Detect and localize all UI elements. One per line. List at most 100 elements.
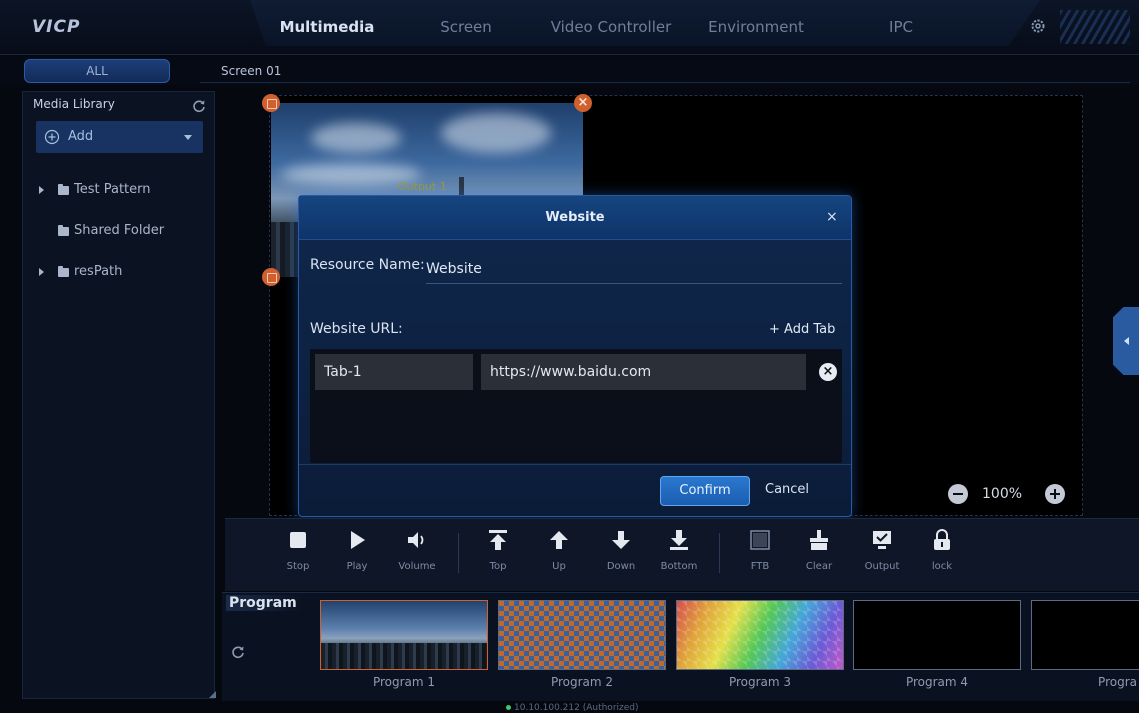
ftb-icon — [750, 530, 770, 550]
tree-item-label: resPath — [74, 264, 123, 279]
media-library-panel: Media Library Add Test Pattern Shared Fo… — [22, 91, 216, 699]
tool-label: lock — [931, 561, 953, 572]
filter-row: ALL Screen 01 — [0, 57, 1139, 85]
tool-label: Play — [346, 561, 368, 572]
move-handle-icon[interactable] — [262, 94, 280, 112]
arrow-down-icon — [612, 531, 630, 549]
dialog-header: Website × — [299, 196, 851, 240]
status-text: 10.10.100.212 (Authorized) — [514, 703, 639, 713]
remove-tab-icon[interactable]: × — [819, 363, 837, 381]
refresh-icon[interactable] — [231, 645, 245, 659]
url-input[interactable] — [481, 354, 806, 390]
divider — [200, 82, 1130, 83]
status-dot-icon — [506, 705, 511, 710]
arrow-up-icon — [550, 531, 568, 549]
top-button[interactable]: Top — [472, 529, 524, 572]
volume-button[interactable]: Volume — [391, 529, 443, 572]
refresh-icon[interactable] — [192, 99, 206, 113]
website-url-label: Website URL: — [310, 321, 403, 337]
play-icon — [351, 531, 365, 549]
tab-screen[interactable]: Screen — [440, 18, 492, 36]
down-button[interactable]: Down — [595, 529, 647, 572]
resource-name-label: Resource Name: — [310, 257, 425, 273]
program-card-1[interactable] — [320, 600, 488, 670]
tool-label: Output — [864, 561, 900, 572]
tool-label: Stop — [286, 561, 310, 572]
connection-status: 10.10.100.212 (Authorized) — [506, 703, 639, 713]
screen-selector-label[interactable]: Screen 01 — [221, 64, 281, 78]
tab-ipc[interactable]: IPC — [889, 18, 913, 36]
decorative-stripes — [1060, 10, 1130, 44]
bottom-button[interactable]: Bottom — [653, 529, 705, 572]
divider — [719, 533, 720, 573]
side-panel-toggle[interactable] — [1113, 307, 1139, 375]
ftb-button[interactable]: FTB — [734, 529, 786, 572]
program-label: Program 2 — [550, 675, 614, 689]
program-strip: Program Program 1 Program 2 Program 3 Pr… — [222, 592, 1139, 701]
tree-item-shared-folder[interactable]: Shared Folder — [23, 222, 216, 242]
program-thumbnail — [499, 601, 665, 669]
divider — [299, 464, 851, 465]
tab-environment[interactable]: Environment — [708, 18, 804, 36]
play-button[interactable]: Play — [331, 529, 383, 572]
tool-label: Volume — [398, 561, 436, 572]
output-button[interactable]: Output — [856, 529, 908, 572]
all-filter-button[interactable]: ALL — [24, 59, 170, 83]
lock-button[interactable]: lock — [916, 529, 968, 572]
resize-handle-icon[interactable] — [262, 268, 280, 286]
tree-item-respath[interactable]: resPath — [23, 263, 216, 283]
tool-label: Down — [606, 561, 636, 572]
program-label: Program 1 — [372, 675, 436, 689]
arrow-bottom-icon — [670, 530, 688, 550]
website-dialog: Website × Resource Name: Website URL: + … — [298, 195, 852, 517]
output-icon — [873, 531, 891, 549]
gear-icon[interactable] — [1030, 18, 1046, 34]
expand-arrow-icon[interactable] — [39, 268, 44, 276]
zoom-out-icon[interactable] — [948, 484, 968, 504]
program-label: Program 4 — [905, 675, 969, 689]
tool-label: Top — [489, 561, 507, 572]
tree-item-label: Shared Folder — [74, 223, 165, 238]
up-button[interactable]: Up — [533, 529, 585, 572]
zoom-level: 100% — [982, 486, 1023, 502]
program-card-3[interactable] — [676, 600, 844, 670]
add-media-dropdown[interactable]: Add — [36, 121, 203, 153]
folder-icon — [58, 184, 69, 195]
close-icon[interactable]: × — [826, 209, 838, 225]
tool-label: Clear — [805, 561, 833, 572]
clear-button[interactable]: Clear — [793, 529, 845, 572]
divider — [458, 533, 459, 573]
zoom-in-icon[interactable] — [1045, 484, 1065, 504]
arrow-top-icon — [489, 530, 507, 550]
cloud-shape — [441, 113, 551, 153]
program-card-4[interactable] — [853, 600, 1021, 670]
expand-arrow-icon[interactable] — [39, 186, 44, 194]
add-tab-button[interactable]: + Add Tab — [769, 322, 835, 337]
tab-multimedia[interactable]: Multimedia — [280, 18, 375, 36]
folder-icon — [58, 225, 69, 236]
close-window-icon[interactable]: × — [574, 94, 592, 112]
tool-label: Bottom — [660, 561, 698, 572]
stop-icon — [290, 532, 306, 548]
program-thumbnail — [321, 601, 487, 669]
program-label: Program 3 — [728, 675, 792, 689]
add-circle-icon — [44, 129, 60, 145]
stop-button[interactable]: Stop — [272, 529, 324, 572]
volume-icon — [408, 532, 424, 548]
tab-name-input[interactable] — [315, 354, 473, 390]
program-card-5[interactable] — [1031, 600, 1139, 670]
top-bar: VICP Multimedia Screen Video Controller … — [0, 0, 1139, 55]
resize-grip-icon[interactable] — [209, 691, 216, 698]
program-label: Progra — [1098, 675, 1137, 689]
tab-video-controller[interactable]: Video Controller — [551, 18, 672, 36]
cancel-button[interactable]: Cancel — [765, 482, 809, 497]
program-card-2[interactable] — [498, 600, 666, 670]
media-library-title: Media Library — [33, 97, 115, 111]
dialog-title: Website — [545, 210, 605, 225]
clear-icon — [810, 530, 828, 550]
resource-name-input[interactable] — [426, 254, 842, 284]
lock-icon — [934, 529, 950, 550]
chevron-down-icon — [184, 135, 192, 140]
confirm-button[interactable]: Confirm — [660, 476, 750, 506]
tree-item-test-pattern[interactable]: Test Pattern — [23, 181, 216, 201]
